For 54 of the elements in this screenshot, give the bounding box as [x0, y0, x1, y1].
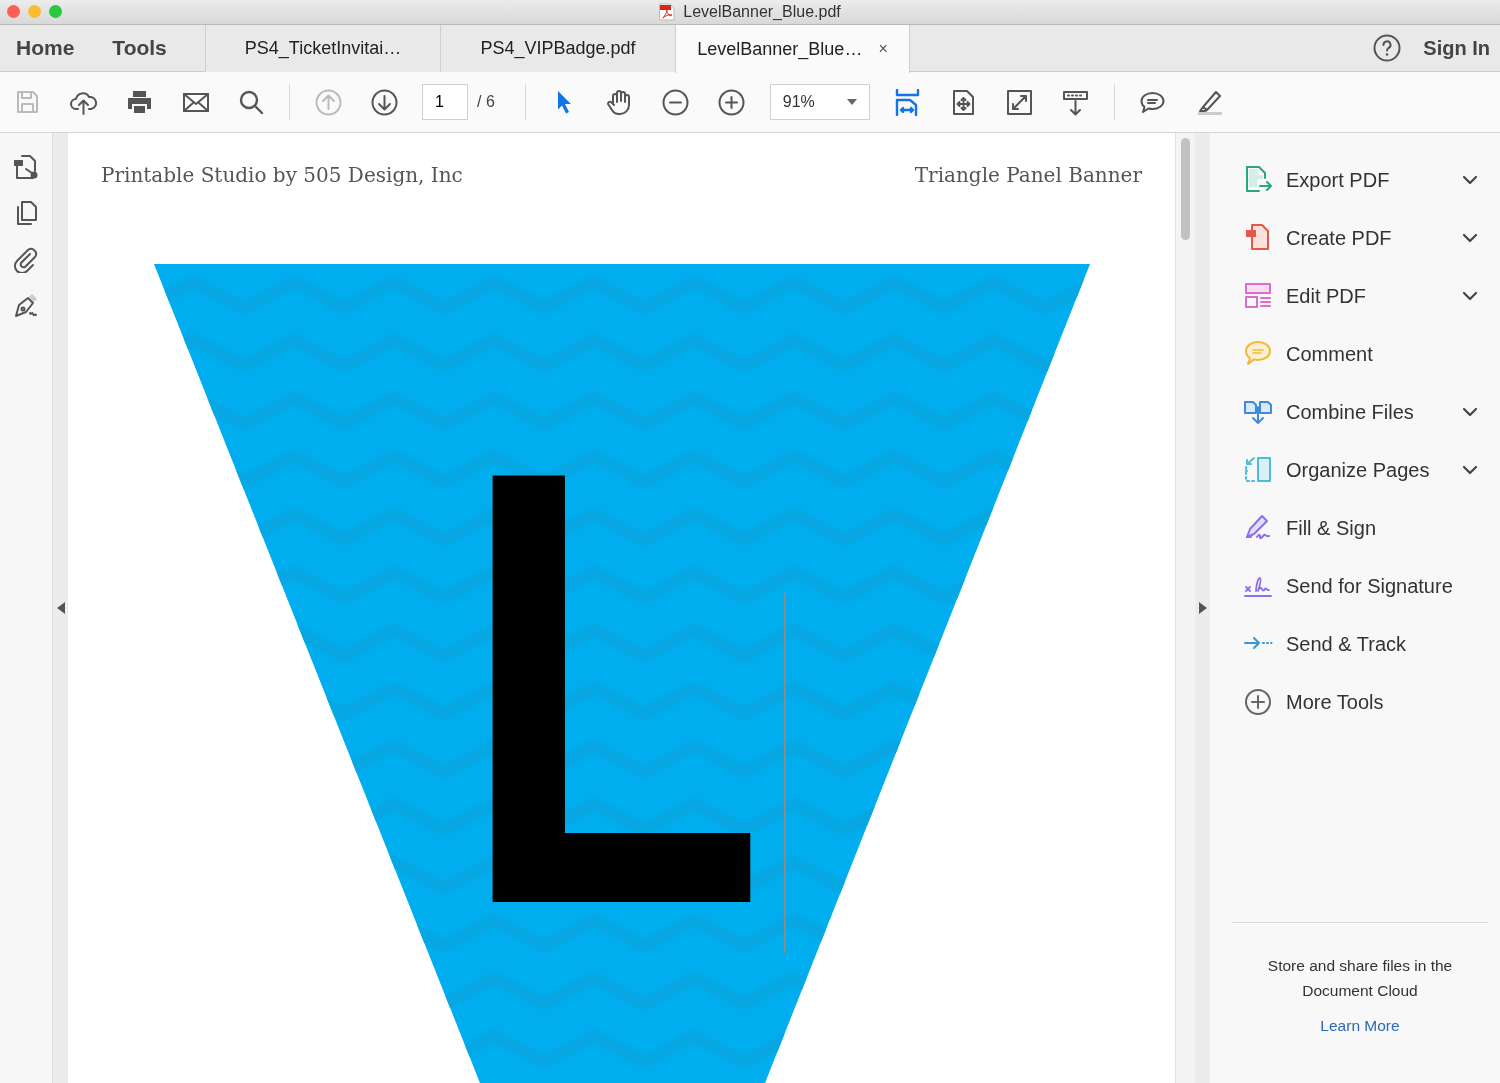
- tool-item[interactable]: Export PDF: [1210, 151, 1500, 209]
- chevron-down-icon[interactable]: [1462, 407, 1478, 417]
- tool-item[interactable]: Send & Track: [1210, 615, 1500, 673]
- plus-circle-icon: [718, 88, 746, 116]
- promo-text: Store and share files in the Document Cloud: [1266, 956, 1454, 1001]
- page-count: / 6: [477, 92, 495, 112]
- learn-more-link[interactable]: Learn More: [1320, 1014, 1400, 1038]
- fit-width-icon: [894, 88, 922, 116]
- page-number-field[interactable]: 1: [422, 84, 468, 120]
- banner-letter: L: [459, 377, 766, 997]
- organize-pages-icon: [1243, 455, 1273, 485]
- pdf-file-icon: [659, 3, 676, 21]
- tool-item[interactable]: Send for Signature: [1210, 557, 1500, 615]
- chevron-down-icon[interactable]: [1462, 291, 1478, 301]
- tool-item[interactable]: Create PDF: [1210, 209, 1500, 267]
- chevron-down-icon[interactable]: [1462, 175, 1478, 185]
- collapse-right-icon[interactable]: [1198, 602, 1207, 614]
- zoom-dropdown[interactable]: 91%: [769, 84, 870, 120]
- paperclip-icon[interactable]: [12, 245, 40, 273]
- close-tab-button[interactable]: ×: [878, 37, 888, 61]
- export-file-icon: [1243, 165, 1273, 195]
- tool-item[interactable]: More Tools: [1210, 673, 1500, 731]
- tool-item[interactable]: Edit PDF: [1210, 267, 1500, 325]
- help-icon[interactable]: [1373, 34, 1402, 62]
- collapse-left-icon[interactable]: [56, 602, 65, 614]
- signature-pen-icon[interactable]: [12, 291, 40, 319]
- search-icon: [237, 88, 265, 116]
- document-tab[interactable]: PS4_TicketInvitai…: [205, 25, 440, 72]
- highlighter-icon: [1195, 88, 1223, 116]
- printer-icon: [125, 88, 153, 116]
- full-screen-icon: [1006, 88, 1034, 116]
- tool-item[interactable]: Fill & Sign: [1210, 499, 1500, 557]
- scroll-mode-icon: [1062, 88, 1090, 116]
- window-title: LevelBanner_Blue.pdf: [683, 2, 841, 22]
- nav-tab[interactable]: Home: [16, 32, 75, 64]
- tool-item[interactable]: Combine Files: [1210, 383, 1500, 441]
- chevron-down-icon[interactable]: [1462, 233, 1478, 243]
- document-tab[interactable]: PS4_VIPBadge.pdf: [440, 25, 675, 72]
- arrow-up-circle-icon: [314, 88, 342, 116]
- scrollbar-thumb[interactable]: [1181, 138, 1190, 240]
- page-header-text: Triangle Panel Banner: [914, 162, 1142, 189]
- arrow-down-circle-icon: [370, 88, 398, 116]
- sign-in-button[interactable]: Sign In: [1423, 33, 1490, 63]
- chevron-down-icon[interactable]: [1462, 465, 1478, 475]
- page-thumbnails-icon[interactable]: [12, 153, 40, 181]
- minus-circle-icon: [662, 88, 690, 116]
- caret-icon: [846, 99, 857, 105]
- plus-circle-icon: [1243, 687, 1273, 717]
- tool-item[interactable]: Comment: [1210, 325, 1500, 383]
- edit-layout-icon: [1243, 281, 1273, 311]
- nav-tab[interactable]: Tools: [112, 32, 167, 64]
- document-tab[interactable]: LevelBanner_Blue… ×: [675, 25, 910, 73]
- tool-item[interactable]: Organize Pages: [1210, 441, 1500, 499]
- page-header-text: Printable Studio by 505 Design, Inc: [101, 162, 463, 189]
